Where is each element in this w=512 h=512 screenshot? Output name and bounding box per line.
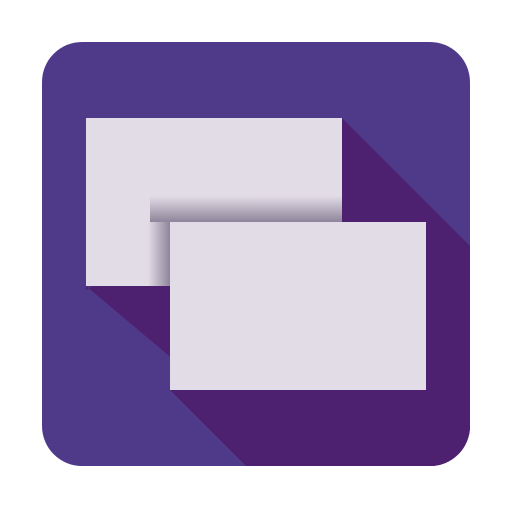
back-window-inner-shadow-left <box>148 222 170 286</box>
back-window-inner-shadow-top <box>150 196 342 222</box>
front-window <box>170 222 426 390</box>
app-icon-canvas <box>0 0 512 512</box>
windows-switcher-icon <box>42 42 470 466</box>
